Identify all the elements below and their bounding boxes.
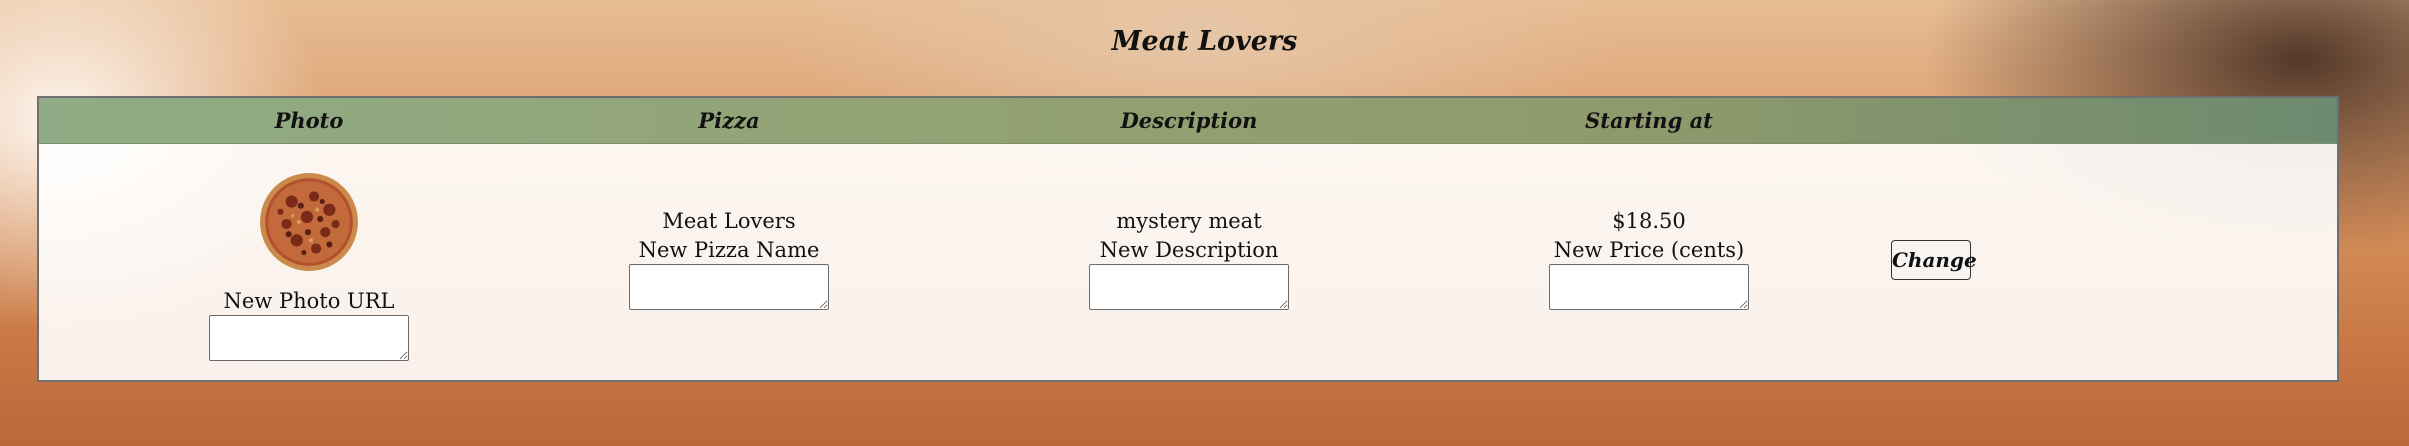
pizza-name: Meat Lovers (662, 209, 796, 233)
new-photo-url-label: New Photo URL (223, 289, 395, 313)
change-button[interactable]: Change (1891, 240, 1977, 280)
price-cell: $18.50 New Price (cents) (1499, 206, 1799, 310)
new-pizza-name-label: New Pizza Name (638, 238, 820, 262)
pizza-table: Photo Pizza Description Starting at New … (37, 96, 2339, 382)
header-photo: Photo (274, 108, 344, 133)
new-description-input[interactable] (1089, 264, 1289, 310)
new-photo-url-input[interactable] (209, 315, 409, 361)
pizza-cell: Meat Lovers New Pizza Name (579, 206, 879, 310)
new-price-label: New Price (cents) (1553, 238, 1745, 262)
header-description: Description (1120, 108, 1258, 133)
description-cell: mystery meat New Description (1039, 206, 1339, 310)
new-price-input[interactable] (1549, 264, 1749, 310)
header-starting-at: Starting at (1585, 108, 1713, 133)
header-pizza: Pizza (698, 108, 760, 133)
photo-cell: New Photo URL (159, 171, 459, 361)
table-header-row: Photo Pizza Description Starting at (39, 98, 2337, 144)
pizza-description: mystery meat (1116, 209, 1262, 233)
pizza-price: $18.50 (1612, 209, 1686, 233)
new-pizza-name-input[interactable] (629, 264, 829, 310)
page-title: Meat Lovers (1111, 26, 1298, 57)
pizza-photo (260, 173, 358, 271)
new-description-label: New Description (1099, 238, 1279, 262)
